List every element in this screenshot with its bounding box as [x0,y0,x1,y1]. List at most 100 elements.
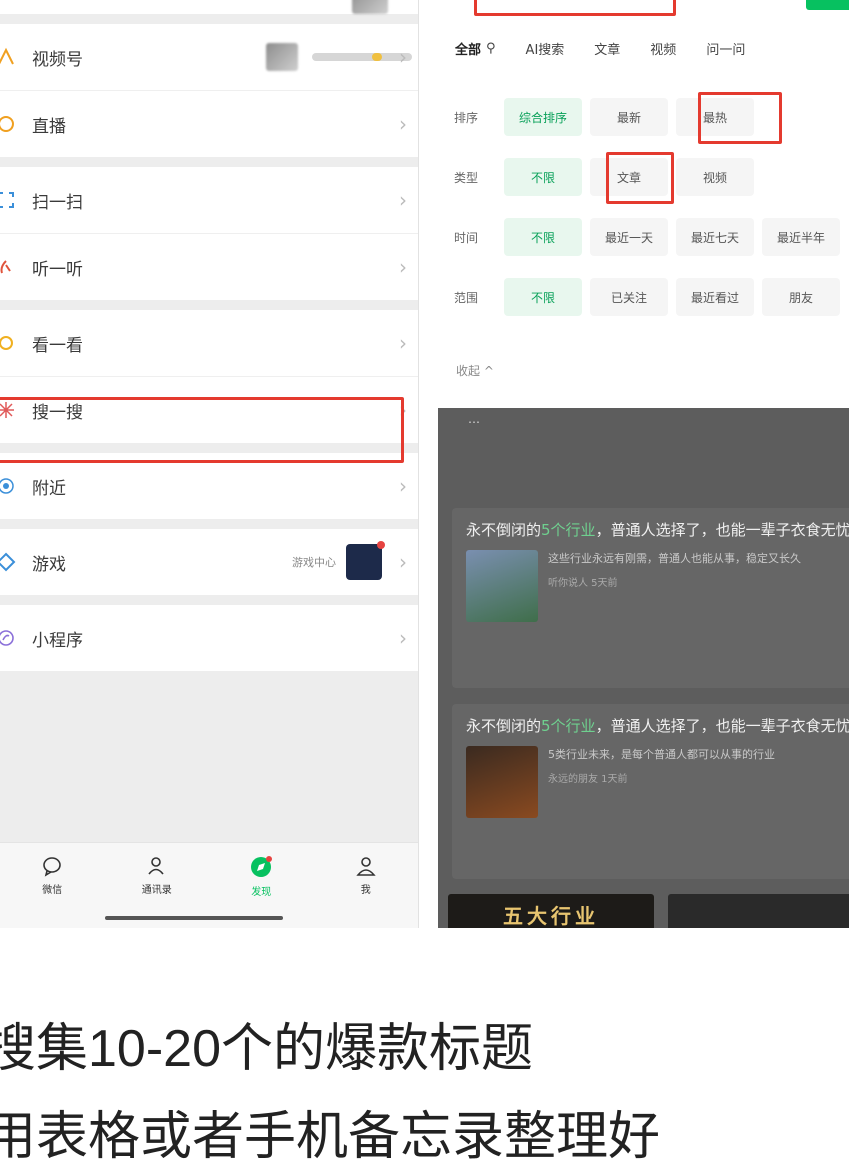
title-part: ，普通人选择了，也能一辈子衣食无忧 [595,521,849,539]
chip-time-any[interactable]: 不限 [504,218,582,256]
filter-row-time: 时间 不限 最近一天 最近七天 最近半年 [438,214,849,260]
collapse-toggle[interactable]: 收起 ^ [456,362,494,379]
menu-group-top [0,0,418,14]
banner-text: 五大行业 [503,903,599,928]
menu-label: 扫一扫 [32,192,83,213]
menu-item-look[interactable]: 看一看 › [0,310,418,377]
chip-type-video[interactable]: 视频 [676,158,754,196]
chip-sort-latest[interactable]: 最新 [590,98,668,136]
chevron-right-icon: › [399,255,407,279]
results-overlay: … 永不倒闭的5个行业，普通人选择了，也能一辈子衣食无忧 这些行业永远有刚需，普… [438,408,849,928]
chip-time-half-year[interactable]: 最近半年 [762,218,840,256]
live-icon [0,112,18,136]
mini-program-icon [0,626,18,650]
chip-scope-viewed[interactable]: 最近看过 [676,278,754,316]
menu-item-live[interactable]: 直播 › [0,91,418,157]
title-highlight: 5个行业 [541,521,596,539]
tab-discover[interactable]: 发现 [231,855,291,898]
filter-label: 时间 [454,230,479,245]
tab-label: 通讯录 [141,885,172,896]
menu-label: 直播 [32,116,66,137]
menu-group-scan: 扫一扫 › 听一听 › [0,167,418,300]
game-preview: 游戏中心 [292,541,385,580]
channel-dot [372,53,382,61]
bottom-banner[interactable]: 五大行业 [448,894,654,928]
home-indicator [105,916,283,920]
caption-line-2: 用表格或者手机备忘录整理好 [0,1108,661,1166]
contacts-icon [148,857,164,875]
chip-time-day[interactable]: 最近一天 [590,218,668,256]
tab-contacts[interactable]: 通讯录 [127,855,187,896]
partial-thumbnail [352,0,388,14]
title-highlight: 5个行业 [541,717,596,735]
look-icon [0,331,18,355]
menu-label: 看一看 [32,335,83,356]
chip-type-any[interactable]: 不限 [504,158,582,196]
chevron-right-icon: › [399,550,407,574]
chevron-right-icon: › [399,626,407,650]
filter-label: 排序 [454,110,479,125]
tab-label: 发现 [251,887,272,898]
title-part: 永不倒闭的 [466,521,542,539]
result-title: 永不倒闭的5个行业，普通人选择了，也能一辈子衣食无忧 [466,714,849,738]
highlight-box-hot [698,92,782,144]
tab-me[interactable]: 我 [336,855,396,896]
game-note: 游戏中心 [292,556,336,569]
game-icon [0,550,18,574]
result-card[interactable]: 永不倒闭的5个行业，普通人选择了，也能一辈子衣食无忧 这些行业永远有刚需，普通人… [452,508,849,688]
filter-row-sort: 排序 综合排序 最新 最热 [438,94,849,140]
chip-time-week[interactable]: 最近七天 [676,218,754,256]
tab-label: 我 [360,885,371,896]
result-thumbnail [466,550,538,622]
menu-label: 视频号 [32,49,83,70]
tab-label: 微信 [42,885,63,896]
game-thumbnail [346,541,385,580]
result-title: 永不倒闭的5个行业，普通人选择了，也能一辈子衣食无忧 [466,518,849,542]
chip-scope-friends[interactable]: 朋友 [762,278,840,316]
tab-bar: 微信 通讯录 发现 我 [0,842,418,928]
chevron-right-icon: › [399,474,407,498]
chip-scope-following[interactable]: 已关注 [590,278,668,316]
menu-label: 附近 [32,478,66,499]
discover-icon [251,856,273,877]
channel-avatar [266,43,298,71]
listen-icon [0,255,18,279]
tab-ai-search[interactable]: AI搜索 [526,39,565,58]
chevron-right-icon: › [399,331,407,355]
bottom-banner-2[interactable] [668,894,849,928]
nearby-icon [0,474,18,498]
search-button[interactable] [806,0,849,10]
chip-scope-any[interactable]: 不限 [504,278,582,316]
highlight-box-article [606,152,674,204]
tab-videos[interactable]: 视频 [650,39,676,58]
tab-articles[interactable]: 文章 [594,39,620,58]
wechat-discover-screen: 视频号 › 直播 › 扫一扫 › 听一听 › 看一看 › 搜一搜 › 附近 › … [0,0,419,928]
video-channel-icon [0,45,18,69]
search-type-tabs: 全部 ⚲ AI搜索 文章 视频 问一问 [438,30,849,66]
menu-group-game: 游戏 游戏中心 › [0,529,418,595]
chevron-right-icon: › [399,45,407,69]
menu-item-partial[interactable] [0,0,418,14]
tab-ask[interactable]: 问一问 [706,39,745,58]
menu-label: 听一听 [32,259,83,280]
menu-item-mini-program[interactable]: 小程序 › [0,605,418,671]
chat-icon [43,857,62,877]
menu-item-scan[interactable]: 扫一扫 › [0,167,418,234]
chip-sort-default[interactable]: 综合排序 [504,98,582,136]
result-card[interactable]: 永不倒闭的5个行业，普通人选择了，也能一辈子衣食无忧 5类行业未来，是每个普通人… [452,704,849,879]
wechat-search-screen: 全部 ⚲ AI搜索 文章 视频 问一问 排序 综合排序 最新 最热 类型 不限 … [438,0,849,928]
menu-item-game[interactable]: 游戏 游戏中心 › [0,529,418,595]
chevron-right-icon: › [399,112,407,136]
filter-label: 类型 [454,170,479,185]
menu-group-miniprogram: 小程序 › [0,605,418,671]
highlight-box-search-bar [474,0,676,16]
scan-icon [0,188,18,212]
tab-all[interactable]: 全部 [455,39,481,58]
tab-chats[interactable]: 微信 [22,855,82,896]
filter-icon[interactable]: ⚲ [486,41,496,56]
menu-item-listen[interactable]: 听一听 › [0,234,418,300]
menu-label: 小程序 [32,630,83,651]
result-snippet-top: … [468,412,480,426]
menu-item-channels[interactable]: 视频号 › [0,24,418,91]
me-icon [356,857,376,876]
